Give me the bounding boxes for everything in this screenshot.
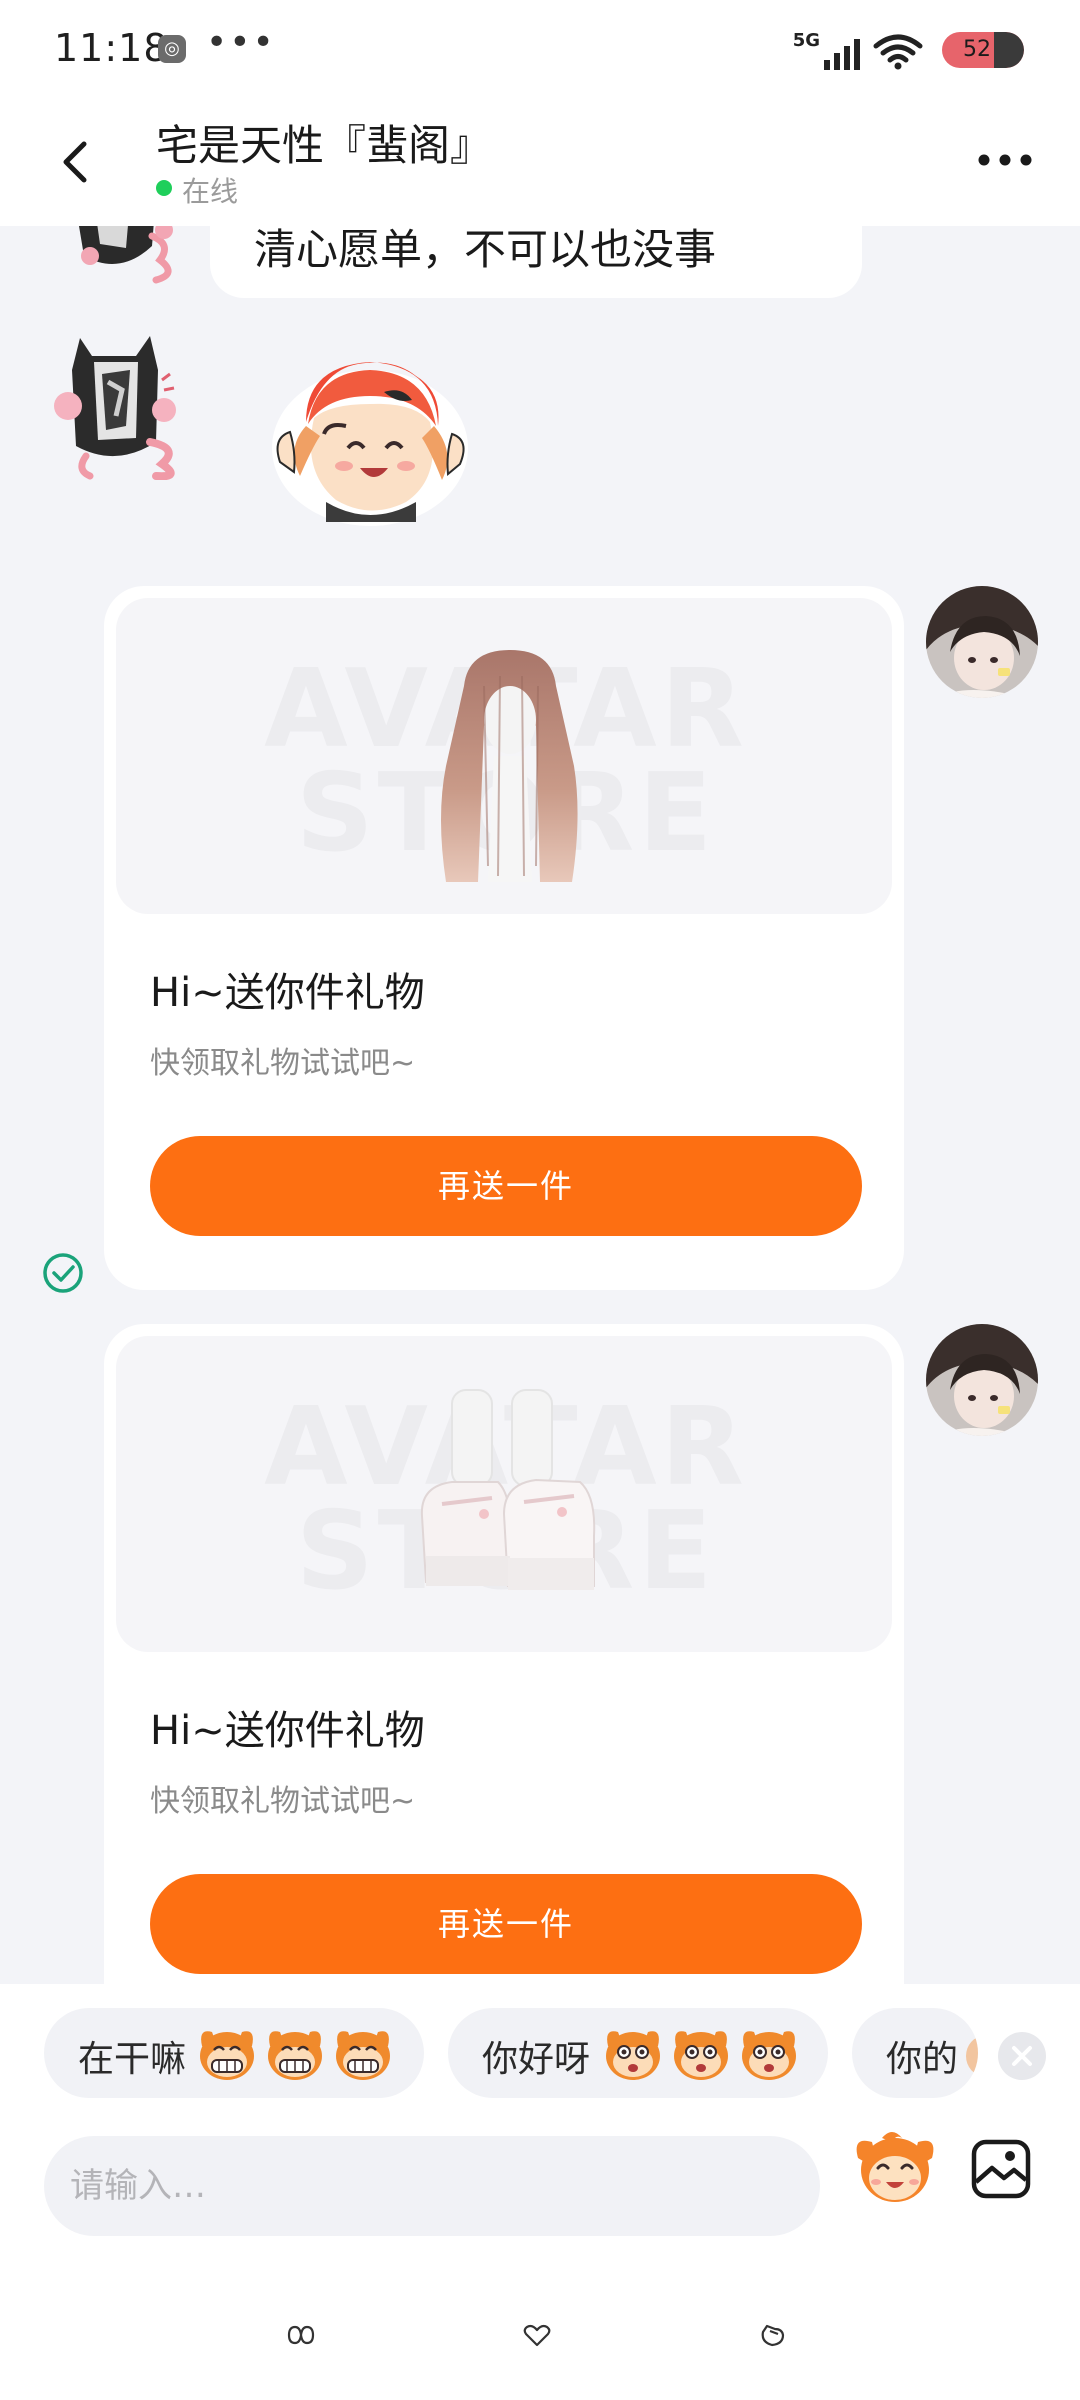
sticker-button[interactable] (852, 2128, 938, 2208)
close-quick-replies-button[interactable] (998, 2032, 1046, 2080)
gift-image[interactable]: AVATAR STORE (116, 1336, 892, 1652)
send-another-button[interactable]: 再送一件 (150, 1136, 862, 1236)
close-icon (1012, 2046, 1032, 2066)
more-button[interactable] (970, 140, 1040, 180)
nav-recents-icon[interactable] (286, 2322, 316, 2348)
battery-level: 52 (963, 37, 991, 62)
status-icons: 5G 52 (724, 28, 1024, 72)
image-button[interactable] (970, 2138, 1032, 2200)
quick-reply-chip[interactable]: 你好呀 (448, 2008, 828, 2098)
my-avatar[interactable] (926, 586, 1038, 698)
more-notifications-icon: ••• (206, 22, 276, 63)
network-type: 5G (792, 30, 820, 51)
signal-icon (824, 39, 860, 70)
quick-reply-label: 在干嘛 (78, 2039, 187, 2080)
gift-image[interactable]: AVATAR STORE (116, 598, 892, 914)
chat-screen: 清心愿单，不可以也没事 Hi~送你件礼物 快领取礼物试试吧~ 再送一件 AVAT… (0, 0, 1080, 2400)
wifi-icon (873, 34, 923, 70)
gift-title: Hi~送你件礼物 (150, 1708, 425, 1754)
more-dots-icon (978, 154, 1032, 166)
gift-title: Hi~送你件礼物 (150, 970, 425, 1016)
message-input[interactable] (44, 2136, 820, 2236)
gift-card[interactable]: AVATAR STORE Hi~送你件礼物 快领取礼 (104, 586, 904, 1290)
gift-card[interactable]: AVATAR STORE Hi~送你件礼物 快领取礼物试试吧~ 再送一件 (104, 1324, 904, 1984)
sticker-chibi-girl[interactable] (266, 352, 476, 532)
quick-reply-label: 你好呀 (482, 2039, 591, 2080)
system-nav-bar (0, 2300, 1080, 2400)
chat-title: 宅是天性『蜚阁』 (156, 121, 493, 170)
monkey-sticker-icon (856, 2132, 934, 2202)
monkey-emoji-icon (966, 2037, 978, 2075)
gift-subtitle: 快领取礼物试试吧~ (150, 1784, 416, 1819)
online-status: 在线 (182, 175, 239, 208)
battery-icon: 52 (942, 32, 1024, 68)
image-icon (971, 2139, 1031, 2199)
gift-subtitle: 快领取礼物试试吧~ (150, 1046, 416, 1081)
quick-reply-chip[interactable]: 你的 (852, 2008, 978, 2098)
check-circle-icon (42, 1252, 84, 1294)
back-button[interactable] (46, 126, 106, 196)
send-another-button[interactable]: 再送一件 (150, 1874, 862, 1974)
message-list[interactable]: 清心愿单，不可以也没事 Hi~送你件礼物 快领取礼物试试吧~ 再送一件 AVAT… (0, 0, 1080, 1984)
status-bar: 11:18 ◎ ••• 5G 52 (0, 0, 1080, 100)
surprised-monkey-icon (606, 2030, 797, 2081)
back-arrow-icon (63, 141, 87, 183)
online-indicator (156, 180, 172, 196)
grinning-monkey-icon (200, 2030, 392, 2082)
contact-avatar[interactable] (46, 330, 182, 480)
status-time: 11:18 (54, 26, 169, 70)
nav-home-icon[interactable] (522, 2322, 552, 2348)
my-avatar[interactable] (926, 1324, 1038, 1436)
nav-back-icon[interactable] (758, 2322, 788, 2348)
chat-header: 宅是天性『蜚阁』 在线 (0, 100, 1080, 226)
shoes-image (420, 1389, 596, 1590)
composer-panel: 在干嘛 你好呀 你的 请输入… (0, 1984, 1080, 2400)
wig-image (441, 650, 578, 882)
app-notification-icon: ◎ (158, 35, 186, 63)
quick-reply-chip[interactable]: 在干嘛 (44, 2008, 424, 2098)
quick-reply-label: 你的 (886, 2039, 959, 2080)
